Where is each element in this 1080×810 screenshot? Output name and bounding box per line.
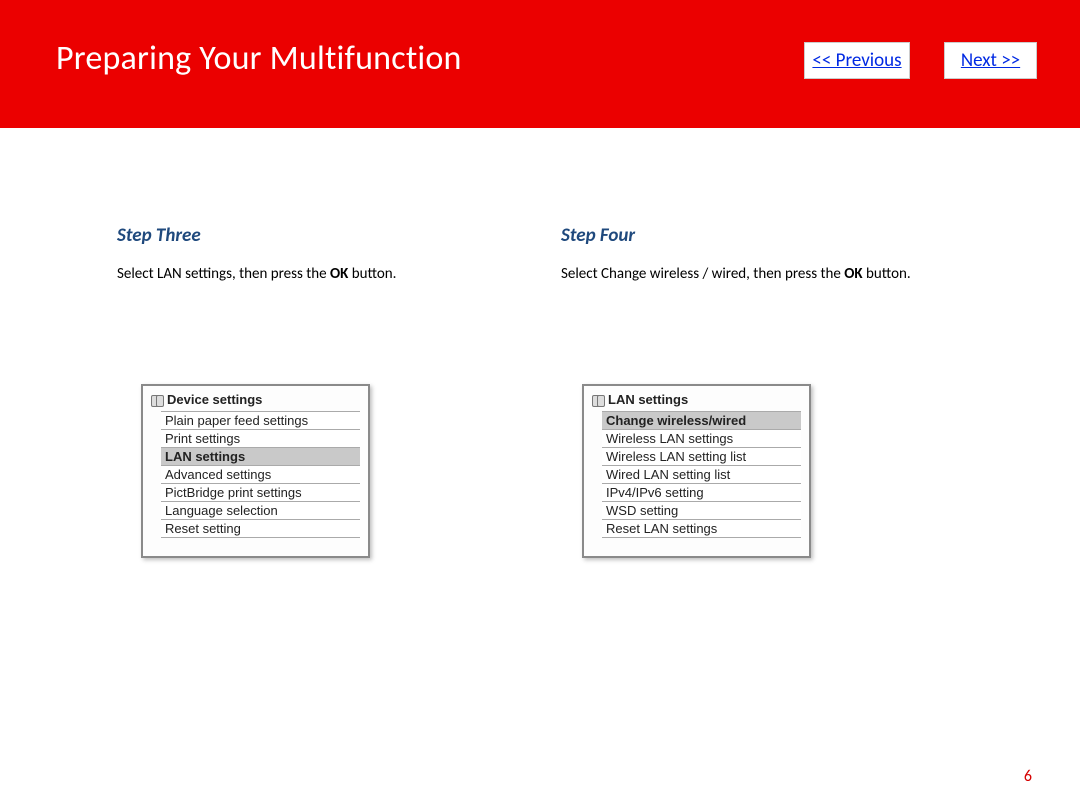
menu-item[interactable]: IPv4/IPv6 setting <box>602 484 801 502</box>
slide-page: Preparing Your Multifunction << Previous… <box>0 0 1080 810</box>
lan-settings-screen: LAN settings Change wireless/wiredWirele… <box>582 384 811 558</box>
menu-item[interactable]: Wireless LAN settings <box>602 430 801 448</box>
step-three-column: Step Three Select LAN settings, then pre… <box>117 224 557 293</box>
step-four-desc-part-a: Select Change wireless / wired, then pre… <box>561 265 844 283</box>
lan-settings-menu: Change wireless/wiredWireless LAN settin… <box>602 411 801 538</box>
device-settings-title: Device settings <box>167 392 262 407</box>
lan-settings-title: LAN settings <box>608 392 688 407</box>
menu-item[interactable]: Reset LAN settings <box>602 520 801 538</box>
menu-item[interactable]: LAN settings <box>161 448 360 466</box>
step-four-desc-part-b: button. <box>863 265 911 283</box>
step-four-desc-bold: OK <box>844 265 862 283</box>
menu-item[interactable]: Language selection <box>161 502 360 520</box>
step-three-desc-part-a: Select LAN settings, then press the <box>117 265 330 283</box>
tools-icon <box>592 393 604 407</box>
menu-item[interactable]: Plain paper feed settings <box>161 412 360 430</box>
menu-item[interactable]: Print settings <box>161 430 360 448</box>
device-settings-menu: Plain paper feed settingsPrint settingsL… <box>161 411 360 538</box>
menu-item[interactable]: Reset setting <box>161 520 360 538</box>
page-number: 6 <box>1024 767 1032 786</box>
step-four-description: Select Change wireless / wired, then pre… <box>561 265 1001 285</box>
step-three-title: Step Three <box>117 224 557 247</box>
step-three-desc-bold: OK <box>330 265 348 283</box>
menu-item[interactable]: Wireless LAN setting list <box>602 448 801 466</box>
device-settings-header: Device settings <box>151 392 360 411</box>
menu-item[interactable]: Wired LAN setting list <box>602 466 801 484</box>
step-four-column: Step Four Select Change wireless / wired… <box>561 224 1001 293</box>
lan-settings-header: LAN settings <box>592 392 801 411</box>
previous-button[interactable]: << Previous <box>804 42 910 79</box>
menu-item[interactable]: Advanced settings <box>161 466 360 484</box>
menu-item[interactable]: PictBridge print settings <box>161 484 360 502</box>
page-title: Preparing Your Multifunction <box>56 38 462 79</box>
device-settings-screen: Device settings Plain paper feed setting… <box>141 384 370 558</box>
header-bar: Preparing Your Multifunction << Previous… <box>0 0 1080 128</box>
tools-icon <box>151 393 163 407</box>
menu-item[interactable]: WSD setting <box>602 502 801 520</box>
step-three-desc-part-b: button. <box>348 265 396 283</box>
step-three-description: Select LAN settings, then press the OK b… <box>117 265 557 285</box>
menu-item[interactable]: Change wireless/wired <box>602 412 801 430</box>
next-button[interactable]: Next >> <box>944 42 1037 79</box>
step-four-title: Step Four <box>561 224 1001 247</box>
